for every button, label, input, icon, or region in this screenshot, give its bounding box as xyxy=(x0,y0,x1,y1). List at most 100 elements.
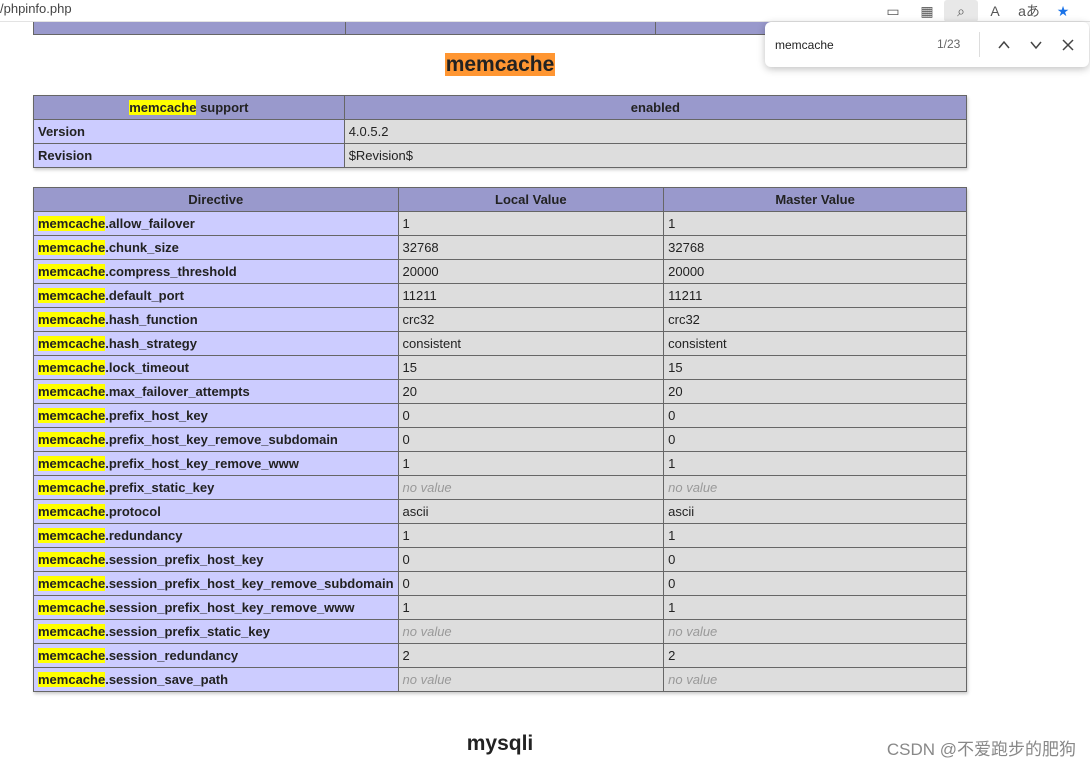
local-value: crc32 xyxy=(397,307,665,332)
support-header: memcache support xyxy=(33,95,345,120)
table-row: memcache.session_prefix_static_key no val… xyxy=(33,619,967,644)
support-value-header: enabled xyxy=(343,95,968,120)
directive-name: memcache.chunk_size xyxy=(33,235,399,260)
find-previous-button[interactable] xyxy=(992,33,1016,57)
directive-name: memcache.compress_threshold xyxy=(33,259,399,284)
directive-suffix: .prefix_host_key_remove_subdomain xyxy=(105,432,338,447)
local-value: 2 xyxy=(397,643,665,668)
table-header-row: memcache support enabled xyxy=(33,95,968,120)
translate-icon[interactable]: aあ xyxy=(1012,0,1046,22)
table-row: Revision $Revision$ xyxy=(33,143,968,168)
directive-suffix: .compress_threshold xyxy=(105,264,237,279)
page-content: memcache memcache support enabled Versio… xyxy=(0,22,1090,768)
directive-suffix: .hash_function xyxy=(105,312,198,327)
local-value: 1 xyxy=(397,451,665,476)
find-highlight: memcache xyxy=(38,288,106,303)
local-value: 1 xyxy=(397,595,665,620)
directive-name: memcache.lock_timeout xyxy=(33,355,399,380)
master-value: 0 xyxy=(663,427,967,452)
directive-suffix: .session_prefix_host_key_remove_www xyxy=(105,600,355,615)
column-header-master-value: Master Value xyxy=(663,187,967,212)
table-header-row: Directive Local Value Master Value xyxy=(33,187,967,212)
immersive-reader-icon[interactable]: ▭ xyxy=(876,0,910,22)
address-bar-url[interactable]: /phpinfo.php xyxy=(0,1,72,16)
table-row: Version 4.0.5.2 xyxy=(33,119,968,144)
find-highlight: memcache xyxy=(38,456,106,471)
favorite-star-icon[interactable]: ★ xyxy=(1046,0,1080,22)
find-highlight: memcache xyxy=(38,504,106,519)
find-highlight: memcache xyxy=(38,384,106,399)
watermark: CSDN @不爱跑步的肥狗 xyxy=(886,740,1076,759)
master-value: 1 xyxy=(663,523,967,548)
divider xyxy=(979,32,980,57)
master-value: 32768 xyxy=(663,235,967,260)
directive-suffix: .lock_timeout xyxy=(105,360,190,375)
master-value: 20 xyxy=(663,379,967,404)
master-value: 11211 xyxy=(663,283,967,308)
master-value: crc32 xyxy=(663,307,967,332)
find-highlight: memcache xyxy=(38,528,106,543)
find-highlight: memcache xyxy=(38,408,106,423)
local-value: 32768 xyxy=(397,235,665,260)
directive-name: memcache.session_save_path xyxy=(33,667,399,692)
directive-suffix: .session_prefix_static_key xyxy=(105,624,270,639)
local-value: 0 xyxy=(397,427,665,452)
table-row: memcache.session_prefix_host_key_remove_… xyxy=(33,571,967,596)
local-value: consistent xyxy=(397,331,665,356)
table-row: memcache.prefix_host_key_remove_subdomai… xyxy=(33,427,967,452)
find-icon[interactable]: ⌕ xyxy=(944,0,978,22)
no-value-text: no value xyxy=(668,672,718,687)
section-title-mysqli: mysqli xyxy=(466,732,534,755)
directive-suffix: .session_save_path xyxy=(105,672,229,687)
split-screen-icon[interactable]: ▦ xyxy=(910,0,944,22)
directive-name: memcache.hash_strategy xyxy=(33,331,399,356)
find-close-button[interactable] xyxy=(1056,33,1080,57)
directive-name: memcache.protocol xyxy=(33,499,399,524)
local-value: 1 xyxy=(397,211,665,236)
no-value-text: no value xyxy=(402,672,452,687)
directive-name: memcache.prefix_static_key xyxy=(33,475,399,500)
table-row: memcache.prefix_static_key no value no val… xyxy=(33,475,967,500)
directive-suffix: .session_prefix_host_key_remove_subdomai… xyxy=(105,576,394,591)
table-row: memcache.chunk_size 32768 32768 xyxy=(33,235,967,260)
browser-toolbar-icons: ▭ ▦ ⌕ A aあ ★ xyxy=(876,0,1080,22)
local-value: 0 xyxy=(397,571,665,596)
master-value: 2 xyxy=(663,643,967,668)
find-highlight: memcache xyxy=(38,264,106,279)
master-value: 20000 xyxy=(663,259,967,284)
local-value: no value xyxy=(397,475,665,500)
chevron-down-icon xyxy=(1030,41,1042,50)
table-row: memcache.prefix_host_key 0 0 xyxy=(33,403,967,428)
local-value: 1 xyxy=(397,523,665,548)
master-value: 0 xyxy=(663,403,967,428)
directive-name: memcache.prefix_host_key_remove_www xyxy=(33,451,399,476)
find-highlight: memcache xyxy=(38,336,106,351)
master-value: 1 xyxy=(663,451,967,476)
directive-suffix: .session_prefix_host_key xyxy=(105,552,264,567)
close-icon xyxy=(1062,39,1074,51)
directive-name: memcache.redundancy xyxy=(33,523,399,548)
directive-name: memcache.session_prefix_static_key xyxy=(33,619,399,644)
table-row: memcache.default_port 11211 11211 xyxy=(33,283,967,308)
find-highlight: memcache xyxy=(38,360,106,375)
table-row: memcache.protocol ascii ascii xyxy=(33,499,967,524)
column-header-local-value: Local Value xyxy=(397,187,665,212)
master-value: 0 xyxy=(663,571,967,596)
directive-suffix: .hash_strategy xyxy=(105,336,197,351)
master-value: no value xyxy=(663,619,967,644)
memcache-directives-table: Directive Local Value Master Value memca… xyxy=(33,187,967,692)
master-value: 15 xyxy=(663,355,967,380)
master-value: consistent xyxy=(663,331,967,356)
directive-suffix: .prefix_static_key xyxy=(105,480,215,495)
directive-name: memcache.session_redundancy xyxy=(33,643,399,668)
read-aloud-icon[interactable]: A xyxy=(978,0,1012,22)
row-value: 4.0.5.2 xyxy=(343,119,968,144)
find-highlight: memcache xyxy=(38,624,106,639)
table-row: memcache.hash_function crc32 crc32 xyxy=(33,307,967,332)
find-match-count: 1/23 xyxy=(937,37,961,51)
find-next-button[interactable] xyxy=(1024,33,1048,57)
local-value: ascii xyxy=(397,499,665,524)
table-row: memcache.session_save_path no value no val… xyxy=(33,667,967,692)
no-value-text: no value xyxy=(668,624,718,639)
master-value: ascii xyxy=(663,499,967,524)
